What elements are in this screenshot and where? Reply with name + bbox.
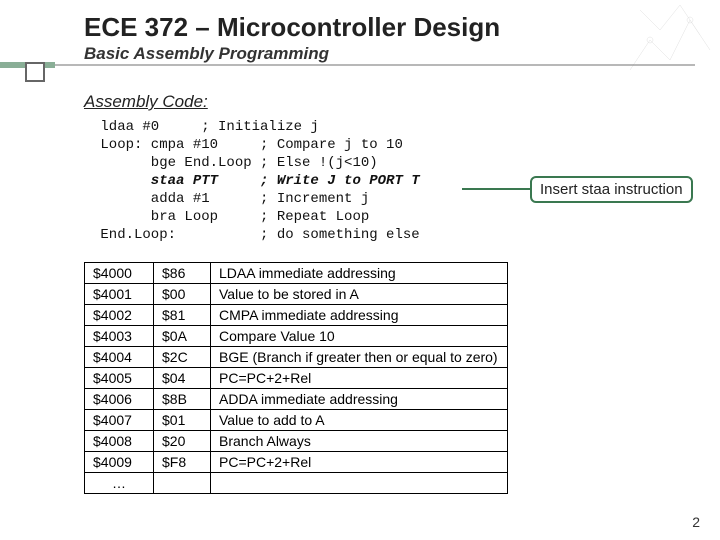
desc-cell: Compare Value 10	[211, 326, 508, 347]
opcode-cell: $00	[154, 284, 211, 305]
code-line: staa PTT ; Write J to PORT T	[92, 172, 420, 190]
table-row: $4009$F8PC=PC+2+Rel	[85, 452, 508, 473]
addr-cell: $4009	[85, 452, 154, 473]
table-row-ellipsis: …	[85, 473, 508, 494]
empty-cell	[211, 473, 508, 494]
table-row: $4004$2CBGE (Branch if greater then or e…	[85, 347, 508, 368]
opcode-cell: $81	[154, 305, 211, 326]
opcode-cell: $F8	[154, 452, 211, 473]
opcode-cell: $04	[154, 368, 211, 389]
staa-callout: Insert staa instruction	[530, 176, 693, 203]
desc-cell: Branch Always	[211, 431, 508, 452]
code-line: bge End.Loop ; Else !(j<10)	[92, 154, 420, 172]
code-line: End.Loop: ; do something else	[92, 226, 420, 244]
table-row: $4001$00Value to be stored in A	[85, 284, 508, 305]
addr-cell: $4003	[85, 326, 154, 347]
addr-cell: $4007	[85, 410, 154, 431]
memory-table: $4000$86LDAA immediate addressing$4001$0…	[84, 262, 508, 494]
addr-cell: $4002	[85, 305, 154, 326]
addr-cell: $4000	[85, 263, 154, 284]
empty-cell	[154, 473, 211, 494]
desc-cell: PC=PC+2+Rel	[211, 368, 508, 389]
opcode-cell: $2C	[154, 347, 211, 368]
section-heading: Assembly Code:	[84, 92, 208, 112]
opcode-cell: $8B	[154, 389, 211, 410]
desc-cell: BGE (Branch if greater then or equal to …	[211, 347, 508, 368]
table-row: $4006$8BADDA immediate addressing	[85, 389, 508, 410]
slide-title: ECE 372 – Microcontroller Design	[84, 12, 500, 43]
addr-cell: $4008	[85, 431, 154, 452]
desc-cell: PC=PC+2+Rel	[211, 452, 508, 473]
desc-cell: CMPA immediate addressing	[211, 305, 508, 326]
desc-cell: LDAA immediate addressing	[211, 263, 508, 284]
ellipsis-cell: …	[85, 473, 154, 494]
addr-cell: $4006	[85, 389, 154, 410]
corner-decoration	[620, 0, 720, 80]
table-row: $4000$86LDAA immediate addressing	[85, 263, 508, 284]
table-row: $4003$0ACompare Value 10	[85, 326, 508, 347]
addr-cell: $4005	[85, 368, 154, 389]
opcode-cell: $20	[154, 431, 211, 452]
addr-cell: $4001	[85, 284, 154, 305]
table-row: $4008$20Branch Always	[85, 431, 508, 452]
assembly-code-block: ldaa #0 ; Initialize j Loop: cmpa #10 ; …	[92, 118, 420, 244]
accent-square	[25, 62, 45, 82]
opcode-cell: $86	[154, 263, 211, 284]
page-number: 2	[692, 514, 700, 530]
accent-bar-grey	[55, 64, 695, 66]
opcode-cell: $01	[154, 410, 211, 431]
table-row: $4005$04PC=PC+2+Rel	[85, 368, 508, 389]
desc-cell: Value to add to A	[211, 410, 508, 431]
opcode-cell: $0A	[154, 326, 211, 347]
addr-cell: $4004	[85, 347, 154, 368]
desc-cell: ADDA immediate addressing	[211, 389, 508, 410]
code-line: Loop: cmpa #10 ; Compare j to 10	[92, 136, 420, 154]
table-row: $4002$81CMPA immediate addressing	[85, 305, 508, 326]
desc-cell: Value to be stored in A	[211, 284, 508, 305]
slide-subtitle: Basic Assembly Programming	[84, 44, 329, 64]
code-line: adda #1 ; Increment j	[92, 190, 420, 208]
code-line: ldaa #0 ; Initialize j	[92, 118, 420, 136]
table-row: $4007$01Value to add to A	[85, 410, 508, 431]
code-line: bra Loop ; Repeat Loop	[92, 208, 420, 226]
